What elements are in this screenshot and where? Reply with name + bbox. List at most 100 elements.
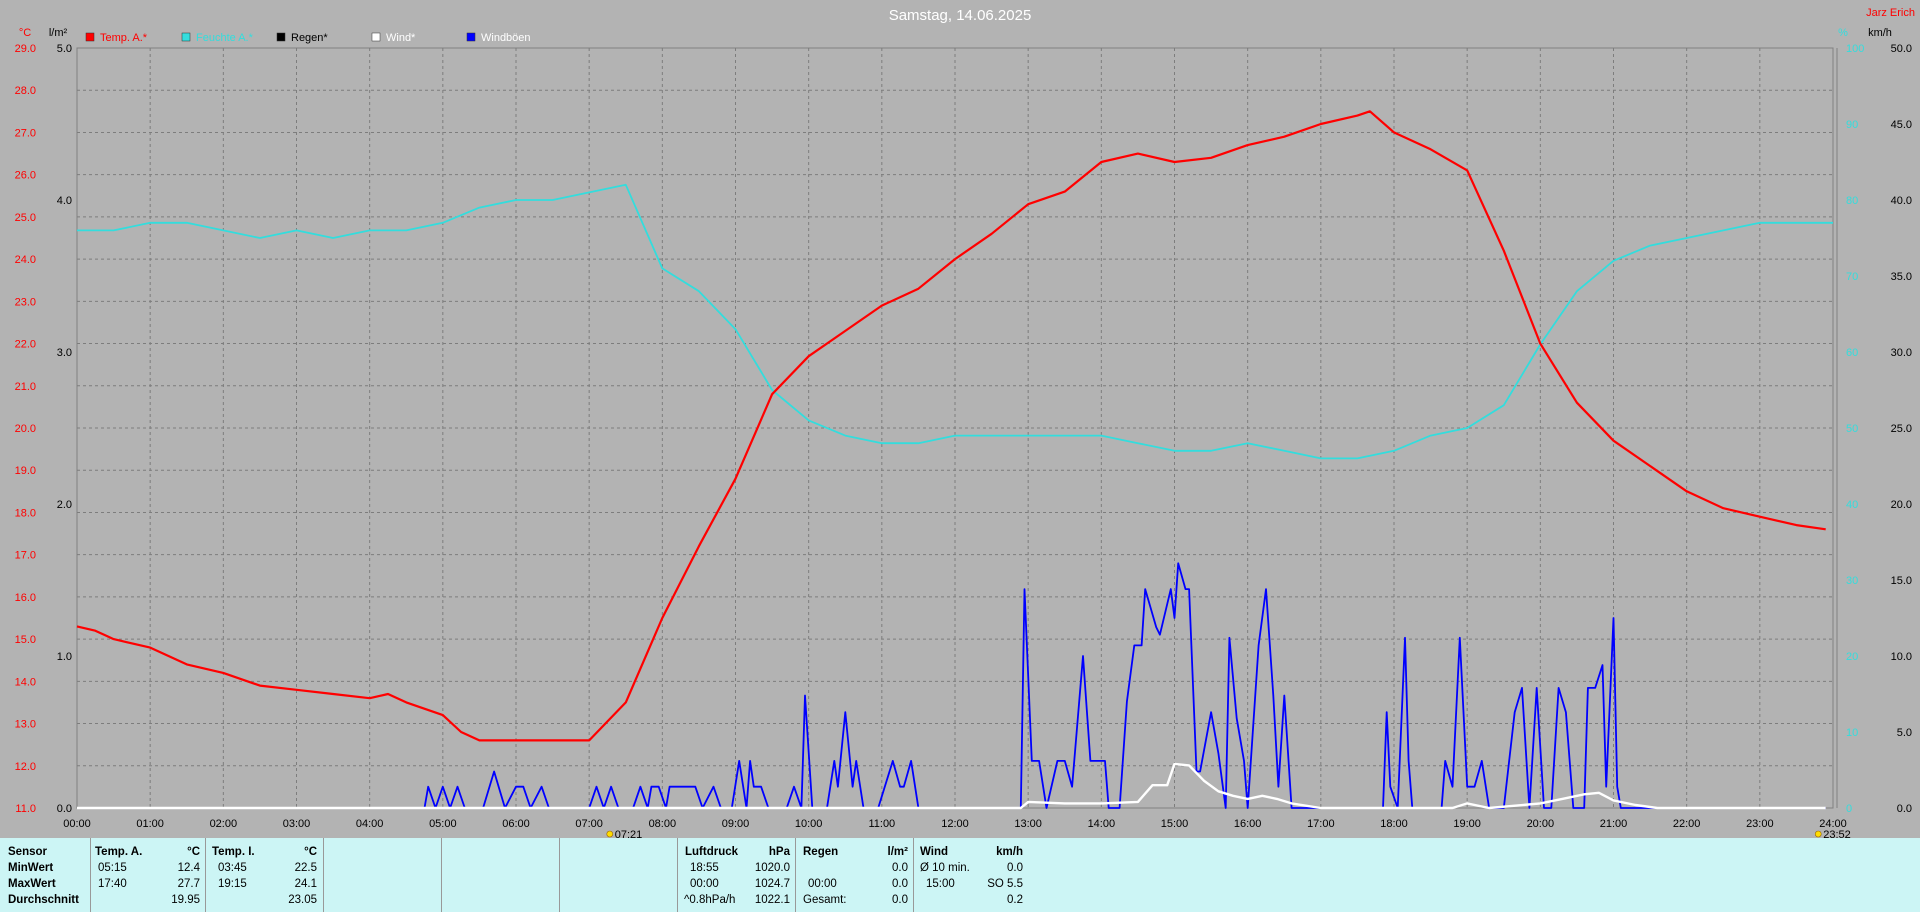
temp-tick: 22.0: [15, 339, 36, 351]
corner-label: Jarz Erich: [1866, 7, 1915, 19]
col-divider: [913, 838, 914, 912]
x-tick: 21:00: [1600, 818, 1628, 830]
temp-tick: 12.0: [15, 761, 36, 773]
humidity-tick: 40: [1846, 499, 1858, 511]
temp-tick: 24.0: [15, 254, 36, 266]
x-tick: 15:00: [1161, 818, 1189, 830]
humidity-tick: 30: [1846, 575, 1858, 587]
humidity-tick: 60: [1846, 347, 1858, 359]
temp-a-unit: °C: [187, 846, 200, 858]
rain-unit: l/m²: [887, 846, 908, 858]
wind-avg-value: 0.2: [1007, 894, 1023, 906]
temp-tick: 28.0: [15, 85, 36, 97]
temp-tick: 17.0: [15, 550, 36, 562]
sunset-icon: [1814, 830, 1822, 838]
temp-tick: 23.0: [15, 296, 36, 308]
wind-tick: 15.0: [1891, 575, 1912, 587]
legend-swatch: [85, 32, 95, 42]
wind-tick: 5.0: [1897, 727, 1912, 739]
legend-swatch: [276, 32, 286, 42]
max-label: MaxWert: [8, 878, 56, 890]
humidity-axis-unit: %: [1838, 27, 1848, 39]
temp-a-avg: 19.95: [171, 894, 200, 906]
pressure-max-time: 00:00: [690, 878, 719, 890]
x-tick: 12:00: [941, 818, 969, 830]
legend-label: Feuchte A.*: [196, 32, 254, 44]
legend-label: Windböen: [481, 32, 531, 44]
x-tick: 18:00: [1380, 818, 1408, 830]
x-tick: 05:00: [429, 818, 457, 830]
x-tick: 03:00: [283, 818, 311, 830]
temp-tick: 14.0: [15, 676, 36, 688]
humidity-tick: 80: [1846, 195, 1858, 207]
x-tick: 22:00: [1673, 818, 1701, 830]
wind-tick: 50.0: [1891, 43, 1912, 55]
rain-max-value: 0.0: [892, 878, 908, 890]
sunrise-icon: [606, 830, 614, 838]
temp-a-max-time: 17:40: [98, 878, 127, 890]
wind-tick: 25.0: [1891, 423, 1912, 435]
temp-tick: 20.0: [15, 423, 36, 435]
sensor-header: Sensor: [8, 846, 47, 858]
stats-panel: Sensor MinWert MaxWert Durchschnitt Temp…: [0, 838, 1920, 912]
legend: Temp. A.* Feuchte A.* Regen* Wind* Windböen: [85, 32, 531, 44]
temp-tick: 18.0: [15, 507, 36, 519]
temp-axis-unit: °C: [19, 27, 31, 39]
x-tick: 17:00: [1307, 818, 1335, 830]
rain-min-value: 0.0: [892, 862, 908, 874]
pressure-max-value: 1024.7: [754, 878, 790, 890]
humidity-tick: 0: [1846, 803, 1852, 815]
col-divider: [441, 838, 442, 912]
temp-tick: 11.0: [15, 803, 36, 815]
temp-tick: 25.0: [15, 212, 36, 224]
rain-tick: 4.0: [57, 195, 72, 207]
x-tick: 01:00: [136, 818, 164, 830]
wind-tick: 10.0: [1891, 651, 1912, 663]
x-tick: 11:00: [868, 818, 895, 830]
col-divider: [795, 838, 796, 912]
wind-tick: 35.0: [1891, 271, 1912, 283]
wind-unit: km/h: [996, 846, 1023, 858]
wind-max-value: SO 5.5: [987, 878, 1023, 890]
pressure-header: Luftdruck: [685, 846, 739, 858]
temp-i-max-time: 19:15: [218, 878, 247, 890]
min-label: MinWert: [8, 862, 54, 874]
legend-swatch: [181, 32, 191, 42]
series-line: [77, 562, 1826, 809]
legend-label: Regen*: [291, 32, 328, 44]
temp-tick: 16.0: [15, 592, 36, 604]
temp-a-max-value: 27.7: [177, 878, 200, 890]
humidity-tick: 10: [1846, 727, 1858, 739]
rain-tick: 0.0: [57, 803, 72, 815]
x-tick: 13:00: [1014, 818, 1042, 830]
x-tick: 07:00: [575, 818, 603, 830]
col-divider: [559, 838, 560, 912]
humidity-tick: 100: [1846, 43, 1864, 55]
pressure-min-value: 1020.0: [754, 862, 790, 874]
series-line: [76, 110, 1826, 742]
x-tick: 19:00: [1453, 818, 1481, 830]
col-divider: [323, 838, 324, 912]
x-tick: 02:00: [210, 818, 238, 830]
rain-total-label: Gesamt:: [803, 894, 847, 906]
rain-header: Regen: [803, 846, 839, 858]
chart-title: Samstag, 14.06.2025: [889, 7, 1032, 24]
x-tick: 04:00: [356, 818, 384, 830]
col-divider: [205, 838, 206, 912]
wind-max-time: 15:00: [926, 878, 955, 890]
series-line: [77, 762, 1826, 810]
pressure-min-time: 18:55: [690, 862, 719, 874]
sunset-time: 23:52: [1823, 829, 1851, 838]
temp-i-max-value: 24.1: [294, 878, 317, 890]
x-tick: 00:00: [63, 818, 91, 830]
humidity-tick: 70: [1846, 271, 1858, 283]
x-tick: 16:00: [1234, 818, 1262, 830]
x-tick: 08:00: [649, 818, 677, 830]
legend-label: Wind*: [386, 32, 416, 44]
rain-tick: 3.0: [57, 347, 72, 359]
humidity-tick: 50: [1846, 423, 1858, 435]
rain-tick: 2.0: [57, 499, 72, 511]
wind-tick: 40.0: [1891, 195, 1912, 207]
avg-label: Durchschnitt: [8, 894, 79, 906]
temp-a-min-value: 12.4: [177, 862, 200, 874]
